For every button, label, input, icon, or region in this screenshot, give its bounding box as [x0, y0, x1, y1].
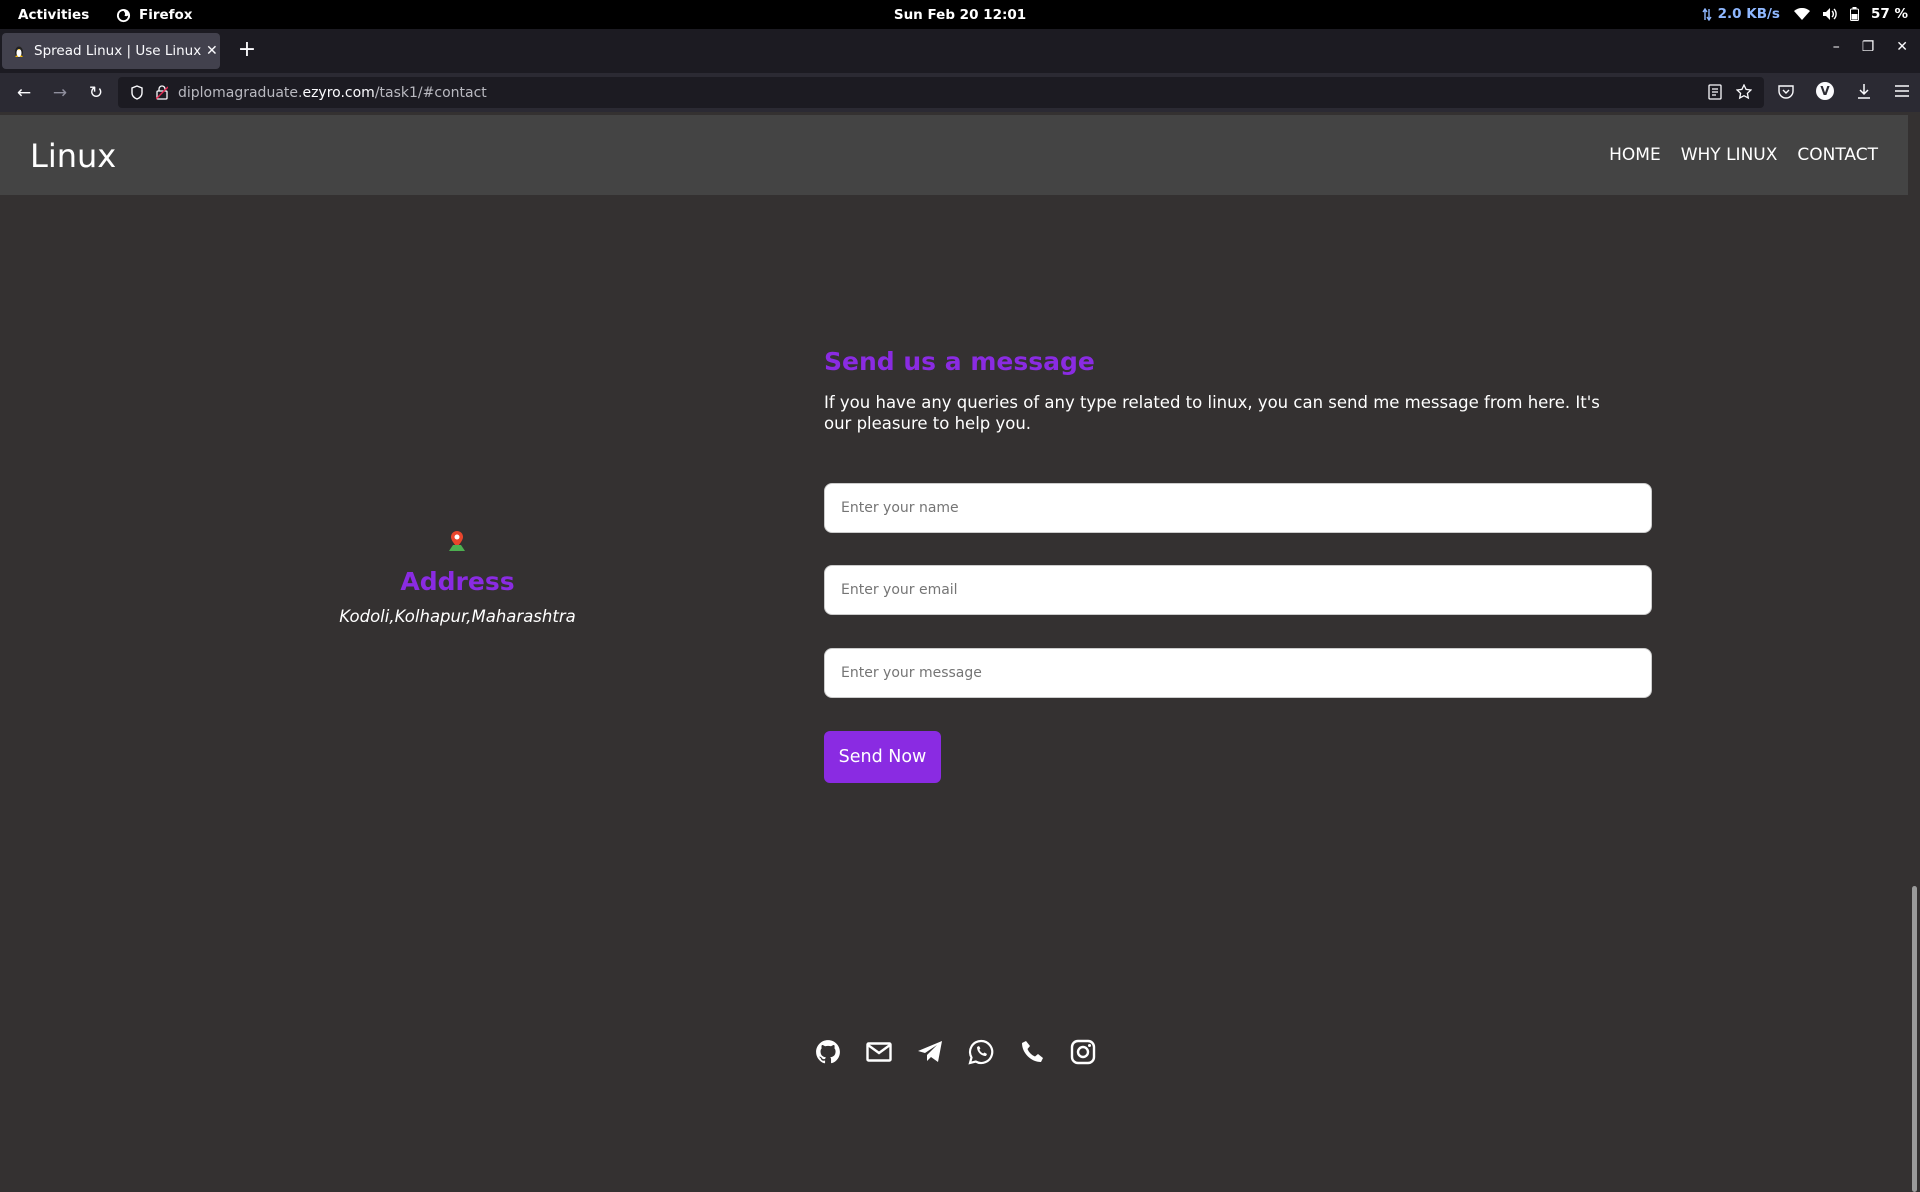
site-nav: HOME WHY LINUX CONTACT: [1609, 145, 1878, 165]
pocket-icon[interactable]: [1778, 84, 1794, 99]
toolbar-right: V: [1778, 82, 1910, 100]
insecure-lock-icon[interactable]: [156, 85, 168, 100]
url-domain: ezyro.com: [302, 84, 375, 101]
phone-icon[interactable]: [1018, 1038, 1046, 1066]
tab-title: Spread Linux | Use Linux |: [34, 43, 204, 59]
page-scrollbar[interactable]: [1908, 112, 1920, 1192]
hamburger-menu-icon[interactable]: [1894, 84, 1910, 98]
nav-contact-link[interactable]: CONTACT: [1797, 145, 1878, 165]
name-input[interactable]: [824, 483, 1652, 533]
reader-view-icon[interactable]: [1708, 84, 1722, 100]
restore-icon[interactable]: ❐: [1862, 39, 1875, 55]
reload-icon[interactable]: ↻: [78, 83, 114, 103]
site-header: Linux HOME WHY LINUX CONTACT: [0, 115, 1908, 195]
network-speed: 2.0 KB/s: [1702, 6, 1780, 22]
email-input[interactable]: [824, 565, 1652, 615]
network-speed-text: 2.0 KB/s: [1717, 6, 1780, 22]
battery-percent: 57 %: [1870, 6, 1908, 22]
form-title: Send us a message: [824, 347, 1095, 376]
system-status-area[interactable]: 2.0 KB/s 57 %: [1702, 6, 1908, 22]
forward-icon[interactable]: →: [42, 83, 78, 103]
window-controls: – ❐ ✕: [1833, 39, 1908, 55]
minimize-icon[interactable]: –: [1833, 39, 1840, 55]
close-window-icon[interactable]: ✕: [1896, 39, 1908, 55]
back-icon[interactable]: ←: [6, 83, 42, 103]
mail-icon[interactable]: [865, 1038, 893, 1066]
new-tab-button[interactable]: +: [235, 37, 259, 65]
url-text: diplomagraduate.ezyro.com/task1/#contact: [178, 85, 487, 101]
address-text: Kodoli,Kolhapur,Maharashtra: [339, 607, 576, 626]
github-icon[interactable]: [814, 1038, 842, 1066]
url-bar[interactable]: diplomagraduate.ezyro.com/task1/#contact: [118, 77, 1764, 108]
nav-home-link[interactable]: HOME: [1609, 145, 1661, 165]
url-prefix: diplomagraduate.: [178, 84, 303, 101]
telegram-icon[interactable]: [916, 1038, 944, 1066]
form-description: If you have any queries of any type rela…: [824, 393, 1600, 433]
clock[interactable]: Sun Feb 20 12:01: [0, 7, 1920, 23]
bookmark-star-icon[interactable]: [1736, 84, 1752, 100]
url-path: /task1/#contact: [374, 84, 487, 101]
network-arrows-icon: [1702, 7, 1712, 21]
system-top-bar: Activities Firefox Sun Feb 20 12:01 2.0 …: [0, 0, 1920, 29]
active-tab[interactable]: Spread Linux | Use Linux | ✕: [2, 33, 220, 69]
whatsapp-icon[interactable]: [967, 1038, 995, 1066]
location-pin-icon: [449, 531, 465, 551]
address-title: Address: [400, 567, 515, 596]
send-now-button[interactable]: Send Now: [824, 731, 941, 783]
downloads-icon[interactable]: [1856, 83, 1872, 99]
tux-favicon-icon: [15, 46, 23, 58]
message-input[interactable]: [824, 648, 1652, 698]
battery-icon: [1849, 7, 1859, 21]
wifi-icon: [1793, 7, 1810, 20]
instagram-icon[interactable]: [1069, 1038, 1097, 1066]
site-brand[interactable]: Linux: [30, 137, 116, 175]
tab-strip: Spread Linux | Use Linux | ✕ + – ❐ ✕: [0, 29, 1920, 73]
tab-close-icon[interactable]: ✕: [206, 43, 218, 59]
account-avatar[interactable]: V: [1816, 82, 1834, 100]
scrollbar-thumb[interactable]: [1912, 886, 1917, 1192]
social-links: [814, 1038, 1097, 1066]
tracking-shield-icon[interactable]: [130, 85, 144, 100]
navigation-toolbar: ← → ↻ diplomagraduate.ezyro.com/task1/#c…: [0, 73, 1920, 112]
nav-why-linux-link[interactable]: WHY LINUX: [1681, 145, 1778, 165]
volume-icon: [1822, 8, 1837, 20]
page-content: Linux HOME WHY LINUX CONTACT Address Kod…: [0, 112, 1908, 1080]
